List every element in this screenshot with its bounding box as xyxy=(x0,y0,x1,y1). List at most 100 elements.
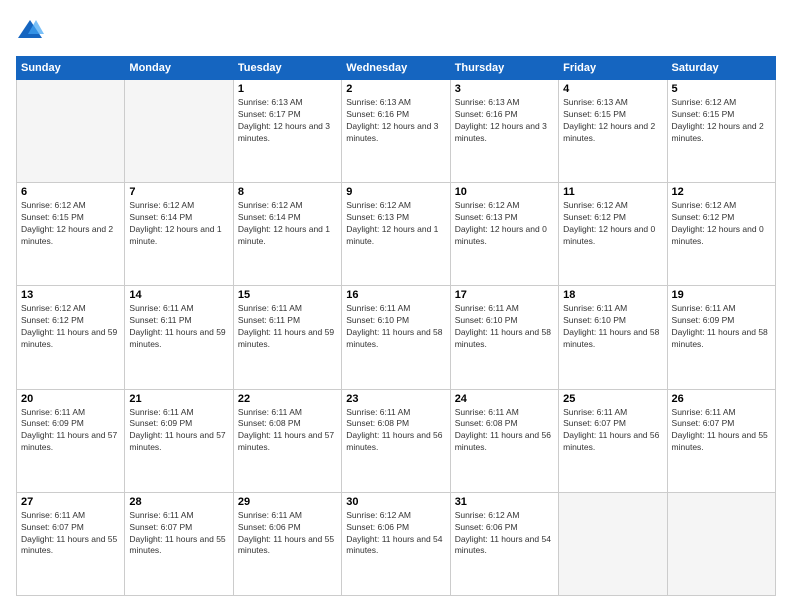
calendar-cell: 27 Sunrise: 6:11 AM Sunset: 6:07 PM Dayli… xyxy=(17,492,125,595)
calendar-header-friday: Friday xyxy=(559,57,667,80)
day-number: 4 xyxy=(563,83,662,95)
calendar-cell: 9 Sunrise: 6:12 AM Sunset: 6:13 PM Daylig… xyxy=(342,183,450,286)
day-info: Sunrise: 6:12 AM Sunset: 6:12 PM Dayligh… xyxy=(563,200,662,248)
calendar-cell: 24 Sunrise: 6:11 AM Sunset: 6:08 PM Dayli… xyxy=(450,389,558,492)
day-number: 1 xyxy=(238,83,337,95)
day-number: 14 xyxy=(129,289,228,301)
day-info: Sunrise: 6:12 AM Sunset: 6:14 PM Dayligh… xyxy=(238,200,337,248)
day-info: Sunrise: 6:11 AM Sunset: 6:07 PM Dayligh… xyxy=(129,510,228,558)
day-number: 10 xyxy=(455,186,554,198)
calendar-cell: 10Sunrise: 6:12 AM Sunset: 6:13 PM Dayli… xyxy=(450,183,558,286)
day-info: Sunrise: 6:11 AM Sunset: 6:07 PM Dayligh… xyxy=(672,407,771,455)
day-info: Sunrise: 6:12 AM Sunset: 6:15 PM Dayligh… xyxy=(21,200,120,248)
day-number: 15 xyxy=(238,289,337,301)
day-info: Sunrise: 6:11 AM Sunset: 6:08 PM Dayligh… xyxy=(455,407,554,455)
day-info: Sunrise: 6:12 AM Sunset: 6:06 PM Dayligh… xyxy=(455,510,554,558)
day-number: 12 xyxy=(672,186,771,198)
calendar-cell: 21Sunrise: 6:11 AM Sunset: 6:09 PM Dayli… xyxy=(125,389,233,492)
calendar-cell: 18 Sunrise: 6:11 AM Sunset: 6:10 PM Dayli… xyxy=(559,286,667,389)
calendar-cell: 30 Sunrise: 6:12 AM Sunset: 6:06 PM Dayli… xyxy=(342,492,450,595)
day-info: Sunrise: 6:13 AM Sunset: 6:16 PM Dayligh… xyxy=(455,97,554,145)
calendar-cell: 13 Sunrise: 6:12 AM Sunset: 6:12 PM Dayli… xyxy=(17,286,125,389)
day-info: Sunrise: 6:12 AM Sunset: 6:15 PM Dayligh… xyxy=(672,97,771,145)
day-info: Sunrise: 6:11 AM Sunset: 6:11 PM Dayligh… xyxy=(238,303,337,351)
day-number: 28 xyxy=(129,496,228,508)
day-number: 18 xyxy=(563,289,662,301)
calendar-cell: 6 Sunrise: 6:12 AM Sunset: 6:15 PM Daylig… xyxy=(17,183,125,286)
calendar-header-thursday: Thursday xyxy=(450,57,558,80)
calendar-cell xyxy=(17,80,125,183)
day-info: Sunrise: 6:11 AM Sunset: 6:08 PM Dayligh… xyxy=(346,407,445,455)
calendar-cell: 12 Sunrise: 6:12 AM Sunset: 6:12 PM Dayli… xyxy=(667,183,775,286)
calendar-cell: 14 Sunrise: 6:11 AM Sunset: 6:11 PM Dayli… xyxy=(125,286,233,389)
day-number: 7 xyxy=(129,186,228,198)
day-number: 11 xyxy=(563,186,662,198)
day-info: Sunrise: 6:11 AM Sunset: 6:09 PM Dayligh… xyxy=(21,407,120,455)
day-number: 13 xyxy=(21,289,120,301)
calendar-cell: 2 Sunrise: 6:13 AM Sunset: 6:16 PM Daylig… xyxy=(342,80,450,183)
page: SundayMondayTuesdayWednesdayThursdayFrid… xyxy=(0,0,792,612)
day-info: Sunrise: 6:11 AM Sunset: 6:10 PM Dayligh… xyxy=(563,303,662,351)
calendar-cell: 15 Sunrise: 6:11 AM Sunset: 6:11 PM Dayli… xyxy=(233,286,341,389)
day-number: 5 xyxy=(672,83,771,95)
day-number: 17 xyxy=(455,289,554,301)
day-number: 3 xyxy=(455,83,554,95)
calendar-cell: 4 Sunrise: 6:13 AM Sunset: 6:15 PM Daylig… xyxy=(559,80,667,183)
day-number: 30 xyxy=(346,496,445,508)
day-number: 19 xyxy=(672,289,771,301)
calendar: SundayMondayTuesdayWednesdayThursdayFrid… xyxy=(16,56,776,596)
day-info: Sunrise: 6:13 AM Sunset: 6:16 PM Dayligh… xyxy=(346,97,445,145)
calendar-header-saturday: Saturday xyxy=(667,57,775,80)
calendar-cell xyxy=(559,492,667,595)
calendar-cell: 28 Sunrise: 6:11 AM Sunset: 6:07 PM Dayli… xyxy=(125,492,233,595)
calendar-cell: 7Sunrise: 6:12 AM Sunset: 6:14 PM Daylig… xyxy=(125,183,233,286)
day-number: 29 xyxy=(238,496,337,508)
day-info: Sunrise: 6:12 AM Sunset: 6:06 PM Dayligh… xyxy=(346,510,445,558)
day-info: Sunrise: 6:12 AM Sunset: 6:13 PM Dayligh… xyxy=(346,200,445,248)
calendar-cell: 25Sunrise: 6:11 AM Sunset: 6:07 PM Dayli… xyxy=(559,389,667,492)
calendar-cell: 20 Sunrise: 6:11 AM Sunset: 6:09 PM Dayli… xyxy=(17,389,125,492)
calendar-week-3: 13 Sunrise: 6:12 AM Sunset: 6:12 PM Dayli… xyxy=(17,286,776,389)
calendar-week-4: 20 Sunrise: 6:11 AM Sunset: 6:09 PM Dayli… xyxy=(17,389,776,492)
calendar-cell xyxy=(125,80,233,183)
day-number: 23 xyxy=(346,393,445,405)
calendar-cell: 11 Sunrise: 6:12 AM Sunset: 6:12 PM Dayli… xyxy=(559,183,667,286)
calendar-cell: 29 Sunrise: 6:11 AM Sunset: 6:06 PM Dayli… xyxy=(233,492,341,595)
day-number: 31 xyxy=(455,496,554,508)
day-number: 21 xyxy=(129,393,228,405)
day-number: 22 xyxy=(238,393,337,405)
day-info: Sunrise: 6:12 AM Sunset: 6:12 PM Dayligh… xyxy=(672,200,771,248)
calendar-header-tuesday: Tuesday xyxy=(233,57,341,80)
day-info: Sunrise: 6:11 AM Sunset: 6:11 PM Dayligh… xyxy=(129,303,228,351)
calendar-cell: 17Sunrise: 6:11 AM Sunset: 6:10 PM Dayli… xyxy=(450,286,558,389)
calendar-cell xyxy=(667,492,775,595)
logo-icon xyxy=(16,16,44,44)
day-number: 20 xyxy=(21,393,120,405)
calendar-week-5: 27 Sunrise: 6:11 AM Sunset: 6:07 PM Dayli… xyxy=(17,492,776,595)
day-info: Sunrise: 6:13 AM Sunset: 6:15 PM Dayligh… xyxy=(563,97,662,145)
calendar-cell: 31 Sunrise: 6:12 AM Sunset: 6:06 PM Dayli… xyxy=(450,492,558,595)
calendar-cell: 26Sunrise: 6:11 AM Sunset: 6:07 PM Dayli… xyxy=(667,389,775,492)
day-info: Sunrise: 6:11 AM Sunset: 6:10 PM Dayligh… xyxy=(346,303,445,351)
calendar-week-2: 6 Sunrise: 6:12 AM Sunset: 6:15 PM Daylig… xyxy=(17,183,776,286)
day-number: 9 xyxy=(346,186,445,198)
day-number: 6 xyxy=(21,186,120,198)
calendar-header-wednesday: Wednesday xyxy=(342,57,450,80)
day-number: 24 xyxy=(455,393,554,405)
day-info: Sunrise: 6:13 AM Sunset: 6:17 PM Dayligh… xyxy=(238,97,337,145)
day-info: Sunrise: 6:11 AM Sunset: 6:09 PM Dayligh… xyxy=(672,303,771,351)
day-info: Sunrise: 6:11 AM Sunset: 6:06 PM Dayligh… xyxy=(238,510,337,558)
calendar-header-monday: Monday xyxy=(125,57,233,80)
day-info: Sunrise: 6:11 AM Sunset: 6:07 PM Dayligh… xyxy=(21,510,120,558)
header xyxy=(16,16,776,44)
day-number: 27 xyxy=(21,496,120,508)
calendar-week-1: 1 Sunrise: 6:13 AM Sunset: 6:17 PM Daylig… xyxy=(17,80,776,183)
day-number: 8 xyxy=(238,186,337,198)
logo xyxy=(16,16,48,44)
calendar-cell: 19 Sunrise: 6:11 AM Sunset: 6:09 PM Dayli… xyxy=(667,286,775,389)
day-number: 2 xyxy=(346,83,445,95)
calendar-cell: 1 Sunrise: 6:13 AM Sunset: 6:17 PM Daylig… xyxy=(233,80,341,183)
day-info: Sunrise: 6:11 AM Sunset: 6:07 PM Dayligh… xyxy=(563,407,662,455)
day-info: Sunrise: 6:12 AM Sunset: 6:12 PM Dayligh… xyxy=(21,303,120,351)
calendar-cell: 5 Sunrise: 6:12 AM Sunset: 6:15 PM Daylig… xyxy=(667,80,775,183)
